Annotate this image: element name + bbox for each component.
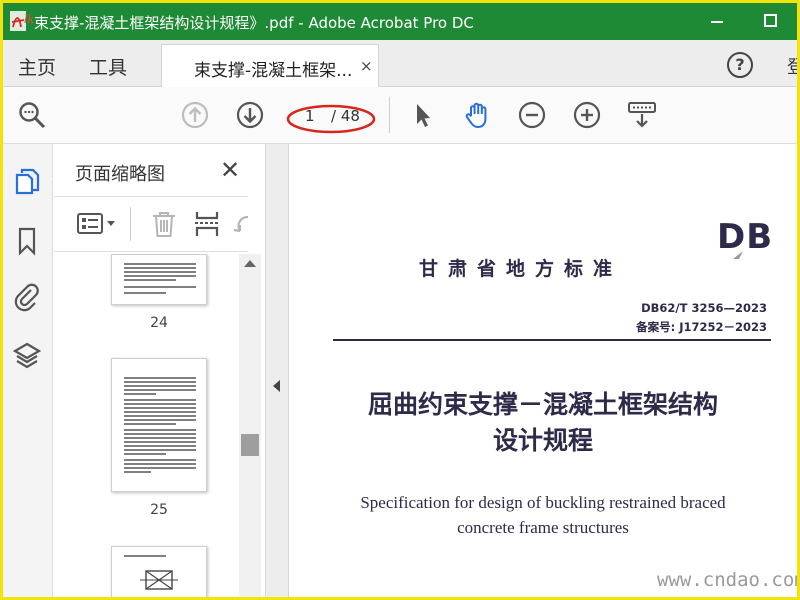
page-up-icon[interactable] xyxy=(180,100,210,130)
bookmarks-icon[interactable] xyxy=(13,226,41,256)
help-button[interactable]: ? xyxy=(727,52,753,78)
document-viewport[interactable]: DB 甘肃省地方标准 DB62/T 3256—2023 备案号: J17252－… xyxy=(289,144,797,597)
panel-collapse-handle[interactable] xyxy=(265,144,289,597)
document-code-block: DB62/T 3256—2023 备案号: J17252－2023 xyxy=(636,299,767,337)
title-bar: lk 束支撑-混凝土框架结构设计规程》.pdf - Adobe Acrobat … xyxy=(3,3,797,40)
thumbnail-toolbar xyxy=(54,196,249,252)
document-tab-label: 束支撑-混凝土框架... xyxy=(194,61,353,81)
title-en-line-1: Specification for design of buckling res… xyxy=(360,493,726,512)
delete-page-icon[interactable] xyxy=(150,209,178,239)
thumbnail-scrollbar[interactable] xyxy=(239,254,261,597)
scrollbar-thumb[interactable] xyxy=(241,434,259,456)
page-thumbnail-25[interactable] xyxy=(111,358,207,492)
hand-tool-icon[interactable] xyxy=(462,100,492,130)
app-window: lk 束支撑-混凝土框架结构设计规程》.pdf - Adobe Acrobat … xyxy=(3,3,797,597)
zoom-in-icon[interactable] xyxy=(572,100,602,130)
collapse-arrow-icon[interactable] xyxy=(273,380,280,392)
site-watermark: www.cndao.com xyxy=(657,569,797,591)
document-tab-close-button[interactable]: × xyxy=(360,57,373,75)
panel-tool-separator xyxy=(130,207,131,241)
thumbnails-panel: 页面缩略图 ✕ 24 25 xyxy=(54,144,264,597)
home-tab[interactable]: 主页 xyxy=(18,53,56,80)
select-arrow-icon[interactable] xyxy=(407,100,437,130)
svg-text:lk: lk xyxy=(24,13,35,26)
left-navigation-rail xyxy=(3,144,59,597)
window-title: 束支撑-混凝土框架结构设计规程》.pdf - Adobe Acrobat Pro… xyxy=(34,14,474,32)
sign-in-button[interactable]: 登 xyxy=(787,53,797,79)
panel-title: 页面缩略图 xyxy=(75,164,165,185)
zoom-out-icon[interactable] xyxy=(517,100,547,130)
logo-accent-icon xyxy=(733,251,743,259)
document-title-chinese: 屈曲约束支撑－混凝土框架结构 设计规程 xyxy=(289,387,797,459)
document-province-heading: 甘肃省地方标准 xyxy=(419,258,623,280)
keyboard-scroll-icon[interactable] xyxy=(627,100,657,130)
document-tab[interactable]: 束支撑-混凝土框架... × xyxy=(161,44,379,87)
header-rule xyxy=(333,339,771,341)
rotate-page-icon[interactable] xyxy=(232,209,252,239)
page-down-icon[interactable] xyxy=(235,100,265,130)
thumbnail-list[interactable]: 24 25 xyxy=(54,254,237,597)
minimize-button[interactable] xyxy=(707,11,727,31)
standard-code: DB62/T 3256—2023 xyxy=(641,301,767,315)
menu-tab-bar: 主页 工具 束支撑-混凝土框架... × ? 登 xyxy=(3,40,797,87)
db-standard-logo: DB xyxy=(717,217,774,257)
toolbar-separator xyxy=(389,97,390,133)
document-title-english: Specification for design of buckling res… xyxy=(289,490,797,540)
page-thumbnail-24[interactable] xyxy=(111,254,207,305)
title-zh-line-2: 设计规程 xyxy=(492,426,593,455)
app-logo-icon: lk xyxy=(10,11,35,31)
attachments-icon[interactable] xyxy=(13,282,41,312)
page-thumbnails-icon[interactable] xyxy=(13,166,41,196)
structure-diagram-icon xyxy=(140,570,178,590)
page-thumbnail-26[interactable] xyxy=(111,546,207,597)
title-en-line-2: concrete frame structures xyxy=(457,518,629,537)
extract-pages-icon[interactable] xyxy=(193,209,221,239)
zoom-search-icon[interactable] xyxy=(17,100,47,130)
maximize-button[interactable] xyxy=(764,14,777,27)
layers-icon[interactable] xyxy=(13,340,41,370)
thumbnail-options-icon[interactable] xyxy=(76,209,120,239)
toolbar: 1 / 48 xyxy=(3,87,797,144)
page-number-label: 24 xyxy=(150,315,168,331)
page-number-label: 25 xyxy=(150,502,168,518)
panel-close-button[interactable]: ✕ xyxy=(220,156,240,184)
title-zh-line-1: 屈曲约束支撑－混凝土框架结构 xyxy=(367,390,718,419)
scroll-up-arrow-icon[interactable] xyxy=(244,260,256,267)
red-annotation-ellipse xyxy=(286,104,376,134)
record-number: 备案号: J17252－2023 xyxy=(636,320,767,334)
tools-tab[interactable]: 工具 xyxy=(89,53,127,80)
